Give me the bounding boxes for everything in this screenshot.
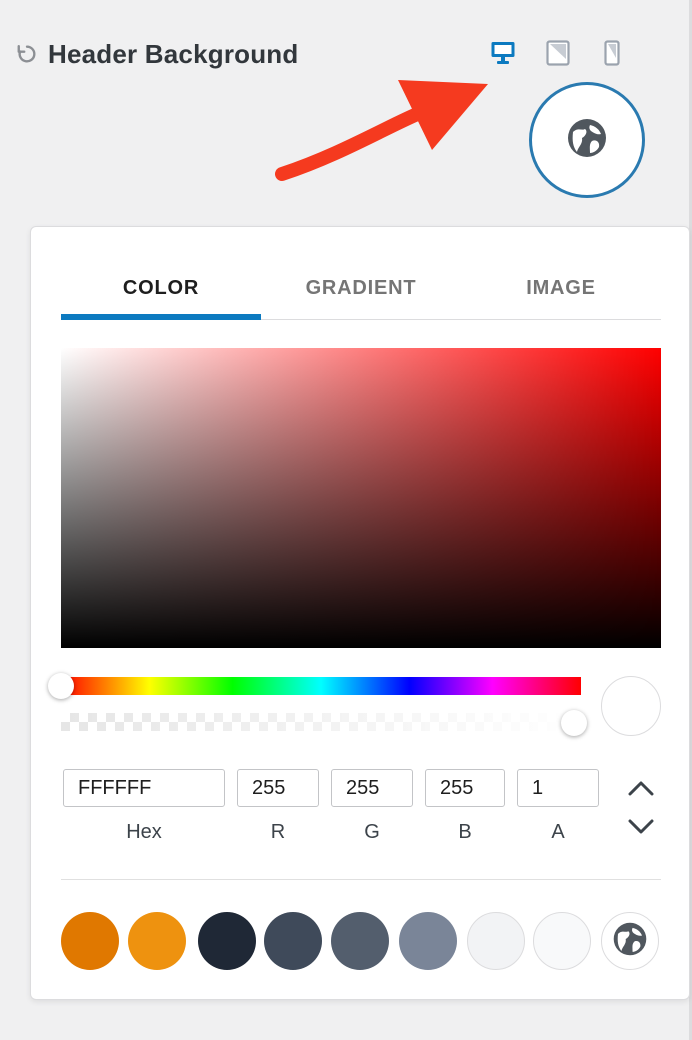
format-up-button[interactable] [626, 777, 656, 799]
palette-swatch[interactable] [467, 912, 525, 970]
mobile-icon [604, 40, 620, 66]
divider [61, 879, 661, 880]
global-color-button[interactable] [529, 82, 645, 198]
format-down-button[interactable] [626, 816, 656, 838]
green-input[interactable] [331, 769, 413, 807]
hue-slider[interactable] [61, 677, 581, 695]
green-label: G [364, 821, 380, 843]
alpha-slider-handle[interactable] [561, 710, 587, 736]
red-label: R [270, 821, 286, 843]
picker-tabs: COLOR GRADIENT IMAGE [61, 257, 661, 320]
palette-swatch[interactable] [533, 912, 591, 970]
red-input[interactable] [237, 769, 319, 807]
palette-swatch[interactable] [399, 912, 457, 970]
device-mobile-button[interactable] [599, 40, 625, 66]
hue-slider-handle[interactable] [48, 673, 74, 699]
palette-swatch[interactable] [198, 912, 256, 970]
hex-input[interactable] [63, 769, 225, 807]
alpha-slider[interactable] [61, 713, 581, 731]
blue-input[interactable] [425, 769, 505, 807]
tab-image[interactable]: IMAGE [461, 257, 661, 319]
globe-icon [566, 117, 608, 164]
device-tablet-button[interactable] [545, 40, 571, 66]
reset-icon[interactable] [16, 43, 38, 65]
palette-swatch[interactable] [128, 912, 186, 970]
globe-icon [612, 921, 648, 962]
palette-global-button[interactable] [601, 912, 659, 970]
annotation-arrow [275, 80, 488, 181]
palette-swatch[interactable] [264, 912, 322, 970]
control-title: Header Background [48, 38, 299, 69]
alpha-input[interactable] [517, 769, 599, 807]
alpha-label: A [551, 821, 565, 843]
device-desktop-button[interactable] [490, 40, 516, 66]
chevron-up-icon [628, 781, 654, 796]
saturation-value-area[interactable] [61, 348, 661, 648]
desktop-icon [491, 42, 515, 64]
hex-label: Hex [126, 821, 162, 843]
tab-gradient[interactable]: GRADIENT [261, 257, 461, 319]
control-header: Header Background [16, 36, 298, 72]
palette-swatch[interactable] [61, 912, 119, 970]
palette-swatch[interactable] [331, 912, 389, 970]
tab-color[interactable]: COLOR [61, 257, 261, 320]
chevron-down-icon [628, 819, 654, 834]
tablet-icon [546, 40, 570, 66]
current-color-preview [601, 676, 661, 736]
blue-label: B [458, 821, 472, 843]
color-picker-panel: COLOR GRADIENT IMAGE Hex R G B A [30, 226, 690, 1000]
